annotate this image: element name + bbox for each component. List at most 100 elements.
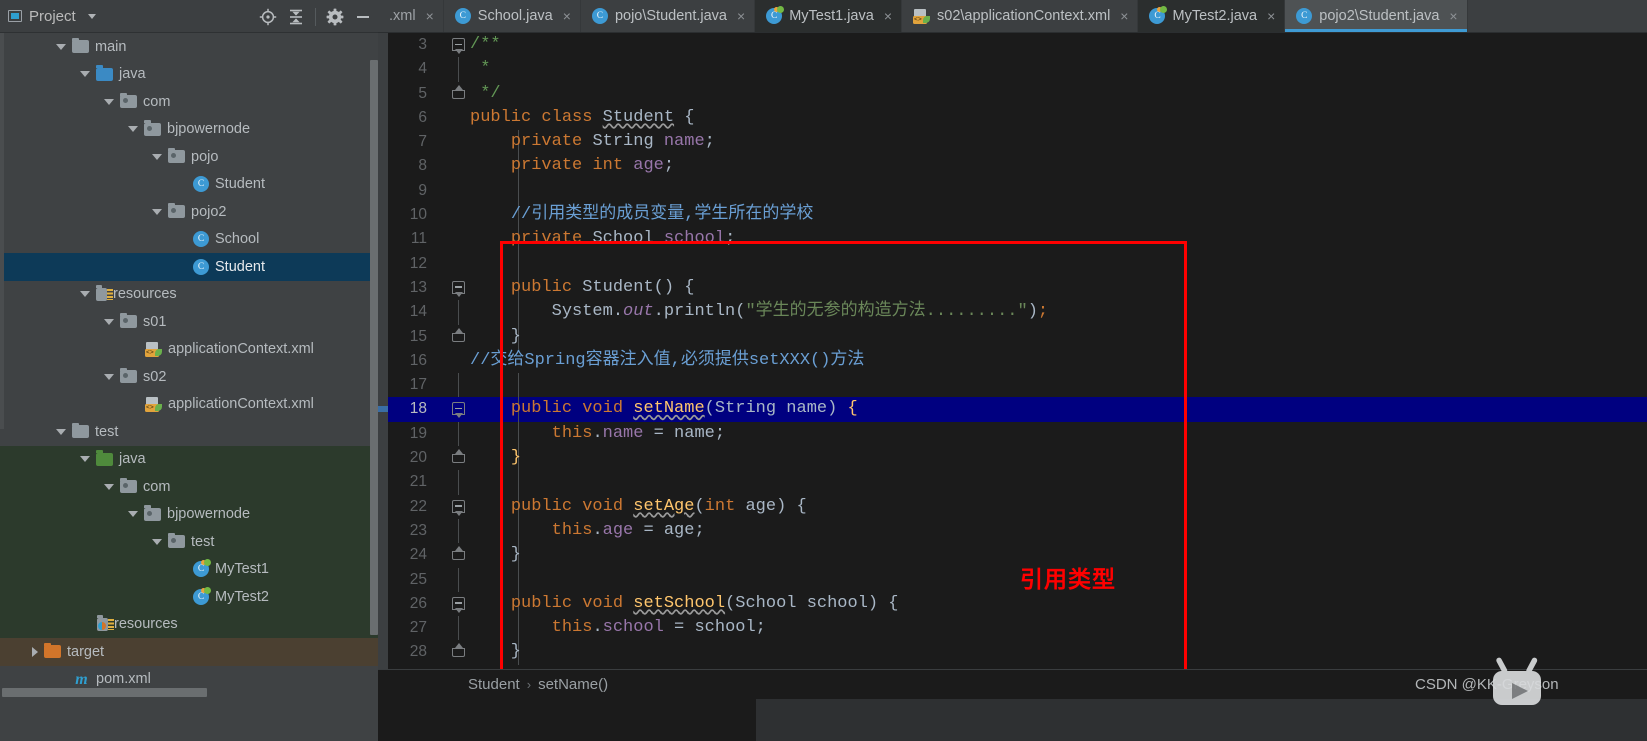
- hide-panel-icon[interactable]: [350, 4, 376, 30]
- code-line-26[interactable]: 26 public void setSchool(School school) …: [378, 591, 1647, 617]
- tree-node-bjpowernode[interactable]: bjpowernode: [0, 116, 378, 144]
- code-line-24[interactable]: 24 }: [378, 543, 1647, 568]
- chevron-down-icon[interactable]: [56, 43, 66, 50]
- close-icon[interactable]: ×: [884, 9, 892, 23]
- chevron-down-icon[interactable]: [152, 208, 162, 215]
- code-line-9[interactable]: 9: [378, 178, 1647, 204]
- tree-node-student[interactable]: C Student: [0, 171, 378, 199]
- code-line-23[interactable]: 23 this.age = age;: [378, 518, 1647, 544]
- code-line-15[interactable]: 15 }: [378, 324, 1647, 349]
- tree-node-com[interactable]: com: [0, 88, 378, 116]
- breadcrumb-class[interactable]: Student: [468, 676, 520, 693]
- chevron-down-icon[interactable]: [87, 13, 96, 19]
- tree-node-applicationcontext-xml[interactable]: <> applicationContext.xml: [0, 336, 378, 364]
- close-icon[interactable]: ×: [1267, 9, 1275, 23]
- chevron-down-icon[interactable]: [152, 153, 162, 160]
- project-tree-horizontal-scrollbar[interactable]: [2, 688, 207, 697]
- tree-node-pojo2[interactable]: pojo2: [0, 198, 378, 226]
- code-line-14[interactable]: 14 System.out.println("学生的无参的构造方法.......…: [378, 300, 1647, 325]
- tree-node-test[interactable]: test: [0, 528, 378, 556]
- code-line-13[interactable]: 13 public Student() {: [378, 275, 1647, 301]
- editor-tab-bar[interactable]: .xml × C School.java × Cpojo\Student.java × C My…: [378, 0, 1647, 33]
- code-line-21[interactable]: 21: [378, 470, 1647, 495]
- tree-node-s01[interactable]: s01: [0, 308, 378, 336]
- project-tree[interactable]: main java com bjpowernode pojo C Student pojo2 C…: [0, 33, 378, 741]
- tree-node-test[interactable]: test: [0, 418, 378, 446]
- chevron-down-icon[interactable]: [128, 126, 138, 133]
- locate-icon[interactable]: [255, 4, 281, 30]
- tree-node-java[interactable]: java: [0, 445, 378, 473]
- editor-error-stripe[interactable]: [378, 33, 388, 669]
- close-icon[interactable]: ×: [1120, 9, 1128, 23]
- code-fold-collapse-icon[interactable]: [452, 499, 466, 516]
- gear-icon[interactable]: [322, 4, 348, 30]
- code-line-16[interactable]: 16//交给Spring容器注入值,必须提供setXXX()方法: [378, 349, 1647, 373]
- chevron-right-icon[interactable]: [32, 646, 38, 657]
- chevron-down-icon[interactable]: [80, 456, 90, 463]
- chevron-down-icon[interactable]: [104, 373, 114, 380]
- editor-tab-school-java[interactable]: C School.java ×: [444, 0, 581, 32]
- code-line-12[interactable]: 12: [378, 251, 1647, 276]
- collapse-all-icon[interactable]: [283, 4, 309, 30]
- code-line-27[interactable]: 27 this.school = school;: [378, 616, 1647, 641]
- chevron-down-icon[interactable]: [104, 483, 114, 490]
- tree-node-s02[interactable]: s02: [0, 363, 378, 391]
- code-line-25[interactable]: 25: [378, 567, 1647, 592]
- tree-node-mytest1[interactable]: C MyTest1: [0, 555, 378, 583]
- code-editor[interactable]: 3/** 4 * 5 */6 public class Student {7 priv…: [378, 33, 1647, 669]
- chevron-down-icon[interactable]: [104, 318, 114, 325]
- close-icon[interactable]: ×: [1449, 9, 1457, 23]
- code-line-5[interactable]: 5 */: [378, 82, 1647, 106]
- code-line-7[interactable]: 7 private String name;: [378, 130, 1647, 155]
- chevron-down-icon[interactable]: [80, 71, 90, 78]
- code-line-22[interactable]: 22 public void setAge(int age) {: [378, 494, 1647, 519]
- editor-tab-s02-applicationcontext-xml[interactable]: <> s02\applicationContext.xml ×: [902, 0, 1139, 32]
- code-line-20[interactable]: 20 }: [378, 446, 1647, 471]
- tree-node-resources[interactable]: resources: [0, 281, 378, 309]
- code-fold-collapse-icon[interactable]: [452, 280, 466, 297]
- tree-node-student[interactable]: C Student: [0, 253, 378, 281]
- code-line-10[interactable]: 10 //引用类型的成员变量,学生所在的学校: [378, 203, 1647, 228]
- tree-node-mytest2[interactable]: C MyTest2: [0, 583, 378, 611]
- code-line-8[interactable]: 8 private int age;: [378, 154, 1647, 179]
- project-tree-vertical-scrollbar[interactable]: [370, 60, 378, 635]
- code-fold-collapse-icon[interactable]: [452, 38, 466, 54]
- code-fold-end-icon[interactable]: [452, 327, 466, 344]
- code-line-18[interactable]: 18 public void setName(String name) {: [378, 397, 1647, 422]
- close-icon[interactable]: ×: [563, 9, 571, 23]
- code-fold-collapse-icon[interactable]: [452, 402, 466, 419]
- chevron-down-icon[interactable]: [152, 538, 162, 545]
- project-panel-title-group[interactable]: Project: [0, 8, 96, 25]
- chevron-down-icon[interactable]: [104, 98, 114, 105]
- editor-tab-pojo2-student-java[interactable]: Cpojo2\Student.java ×: [1285, 0, 1468, 32]
- code-line-3[interactable]: 3/**: [378, 33, 1647, 57]
- tree-node-pojo[interactable]: pojo: [0, 143, 378, 171]
- chevron-down-icon[interactable]: [56, 428, 66, 435]
- editor-tab-mytest1-java[interactable]: C MyTest1.java ×: [755, 0, 902, 32]
- code-fold-end-icon[interactable]: [452, 643, 466, 659]
- editor-tab-mytest2-java[interactable]: C MyTest2.java ×: [1138, 0, 1286, 32]
- code-line-11[interactable]: 11 private School school;: [378, 227, 1647, 252]
- code-line-17[interactable]: 17: [378, 373, 1647, 398]
- editor-tab--xml[interactable]: .xml ×: [378, 0, 444, 32]
- code-fold-end-icon[interactable]: [452, 546, 466, 562]
- chevron-down-icon[interactable]: [128, 511, 138, 518]
- code-line-28[interactable]: 28 }: [378, 640, 1647, 665]
- code-line-19[interactable]: 19 this.name = name;: [378, 421, 1647, 447]
- code-fold-end-icon[interactable]: [452, 449, 466, 465]
- breadcrumb-member[interactable]: setName(): [538, 676, 608, 693]
- code-fold-collapse-icon[interactable]: [452, 596, 466, 613]
- tree-node-main[interactable]: main: [0, 33, 378, 61]
- close-icon[interactable]: ×: [426, 9, 434, 23]
- chevron-down-icon[interactable]: [80, 291, 90, 298]
- tree-node-com[interactable]: com: [0, 473, 378, 501]
- tree-node-bjpowernode[interactable]: bjpowernode: [0, 500, 378, 528]
- tree-node-target[interactable]: target: [0, 638, 378, 666]
- code-line-6[interactable]: 6 public class Student {: [378, 106, 1647, 130]
- code-fold-end-icon[interactable]: [452, 84, 466, 101]
- code-line-4[interactable]: 4 *: [378, 57, 1647, 82]
- tree-node-school[interactable]: C School: [0, 226, 378, 254]
- tree-node-java[interactable]: java: [0, 61, 378, 89]
- close-icon[interactable]: ×: [737, 9, 745, 23]
- editor-tab-pojo-student-java[interactable]: Cpojo\Student.java ×: [581, 0, 756, 32]
